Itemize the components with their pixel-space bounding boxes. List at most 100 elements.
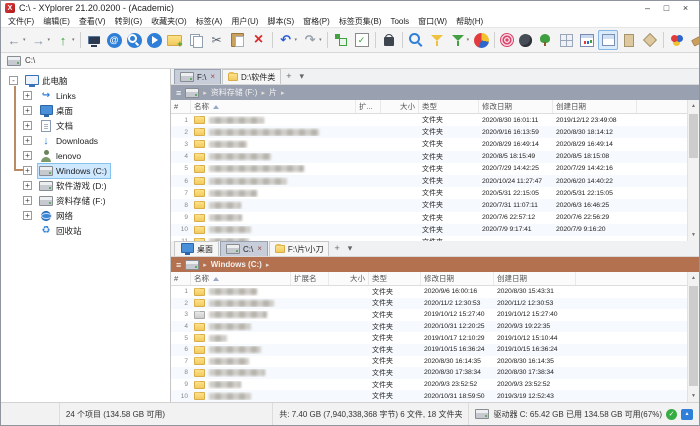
tree-expander-icon[interactable]: +	[23, 196, 32, 205]
tree-item-inner[interactable]: 软件游戏 (D:)	[37, 178, 111, 194]
file-row[interactable]: 9 文件夹 2020/9/3 23:52:52 2020/9/3 23:52:52	[171, 379, 687, 391]
tag-button[interactable]	[640, 30, 660, 50]
tree-item[interactable]: + 桌面	[1, 103, 170, 118]
folder-size-button[interactable]	[472, 30, 491, 50]
tree-item[interactable]: + 文档	[1, 118, 170, 133]
tree-expander-icon[interactable]: +	[23, 181, 32, 190]
tree-item[interactable]: + Links	[1, 88, 170, 103]
new-folder-button[interactable]	[165, 30, 185, 50]
visual-filter-button[interactable]: ▾	[448, 30, 472, 50]
maximize-button[interactable]: □	[657, 2, 676, 15]
paper-folder-button[interactable]	[379, 30, 399, 50]
tab-close-icon[interactable]: ×	[257, 245, 262, 253]
menu-item[interactable]: 查看(V)	[77, 16, 108, 27]
address-bar-button[interactable]	[105, 30, 124, 50]
undo-button[interactable]: ▾	[276, 30, 300, 50]
cut-button[interactable]	[207, 30, 227, 50]
hamburger-icon[interactable]: ≡	[176, 260, 181, 270]
checkbox-select-button[interactable]	[352, 30, 372, 50]
back-button[interactable]: ▾	[4, 30, 28, 50]
column-header[interactable]: 名称	[191, 272, 291, 285]
redo-button[interactable]: ▾	[300, 30, 324, 50]
tree-item-inner[interactable]: 网络	[37, 208, 77, 224]
thumbnails-button[interactable]	[556, 30, 576, 50]
scroll-up-icon[interactable]: ▲	[688, 100, 699, 112]
tab-close-icon[interactable]: ×	[210, 73, 215, 81]
menu-item[interactable]: 窗格(P)	[301, 16, 332, 27]
file-row[interactable]: 8 文件夹 2020/7/31 11:07:11 2020/6/3 16:46:25	[171, 199, 687, 212]
live-filter-button[interactable]	[406, 30, 426, 50]
file-row[interactable]: 1 文件夹 2020/8/30 16:01:11 2019/12/12 23:49:0…	[171, 114, 687, 126]
tree-expander-icon[interactable]: -	[9, 76, 18, 85]
horizontal-panes-button[interactable]	[598, 30, 619, 50]
tab-list-icon[interactable]: ▾	[344, 241, 357, 256]
breadcrumb-segment[interactable]: 资料存储 (F:)	[211, 87, 258, 98]
filter-button[interactable]	[427, 30, 447, 50]
tree-expander-icon[interactable]: +	[23, 211, 32, 220]
dark-mode-button[interactable]	[517, 30, 534, 50]
column-header[interactable]: #	[171, 100, 191, 113]
find-files-button[interactable]	[125, 30, 144, 50]
file-row[interactable]: 4 文件夹 2020/8/5 18:15:49 2020/8/5 18:15:08	[171, 150, 687, 163]
tree-item-inner[interactable]: lenovo	[37, 148, 85, 164]
address-bar[interactable]: C:\	[1, 53, 699, 69]
tree-item-inner[interactable]: 桌面	[37, 103, 77, 119]
menu-item[interactable]: 收藏夹(O)	[149, 16, 189, 27]
column-header[interactable]: 创建日期	[494, 272, 576, 285]
file-row[interactable]: 5 文件夹 2019/10/17 12:10:29 2019/10/12 15:10:…	[171, 332, 687, 344]
column-header[interactable]: 大小	[381, 100, 419, 113]
queue-panel-icon[interactable]: ▲	[681, 408, 693, 420]
file-row[interactable]: 2 文件夹 2020/11/2 12:30:53 2020/11/2 12:30:53	[171, 297, 687, 310]
column-header[interactable]: 修改日期	[421, 272, 494, 285]
column-header[interactable]: 创建日期	[553, 100, 637, 113]
file-row[interactable]: 3 文件夹 2020/8/29 16:49:14 2020/8/29 16:49:14	[171, 138, 687, 150]
breadcrumb-segment[interactable]: Windows (C:)	[211, 260, 262, 269]
tree-item[interactable]: + 资料存储 (F:)	[1, 193, 170, 208]
menu-item[interactable]: 帮助(H)	[454, 16, 485, 27]
highlight-button[interactable]: ▾	[688, 30, 699, 50]
file-row[interactable]: 7 文件夹 2020/5/31 22:15:05 2020/5/31 22:15:05	[171, 187, 687, 199]
tree-expander-icon[interactable]: +	[23, 151, 32, 160]
tab-list-icon[interactable]: ▾	[296, 69, 309, 84]
green-check-icon[interactable]: ✓	[666, 408, 677, 420]
file-row[interactable]: 7 文件夹 2020/8/30 16:14:35 2020/8/30 16:14:35	[171, 356, 687, 368]
tree-expander-icon[interactable]: +	[23, 91, 32, 100]
details-view-button[interactable]	[577, 30, 597, 50]
tree-expander-icon[interactable]: +	[23, 106, 32, 115]
hamburger-icon[interactable]: ≡	[176, 88, 181, 98]
menu-item[interactable]: 用户(U)	[229, 16, 260, 27]
close-button[interactable]: ×	[676, 2, 695, 15]
top-scrollbar[interactable]: ▲ ▼	[687, 100, 699, 241]
file-row[interactable]: 10 文件夹 2020/10/31 18:59:50 2019/3/19 12:52:…	[171, 390, 687, 402]
scrollbar-thumb[interactable]	[689, 114, 698, 158]
scroll-up-icon[interactable]: ▲	[688, 272, 699, 284]
tree-item-inner[interactable]: 文档	[37, 118, 77, 134]
forward-button[interactable]: ▾	[29, 30, 53, 50]
scroll-down-icon[interactable]: ▼	[688, 229, 699, 241]
show-desktop-button[interactable]	[84, 30, 104, 50]
tree-item[interactable]: + Windows (C:)	[1, 162, 170, 179]
preview-pane-button[interactable]	[619, 30, 639, 50]
mini-tree-button[interactable]	[331, 30, 351, 50]
new-tab-button[interactable]: +	[330, 241, 343, 256]
column-header[interactable]: 类型	[369, 272, 421, 285]
tab[interactable]: F:\ ×	[174, 69, 222, 84]
tree-item-inner[interactable]: 此电脑	[23, 73, 72, 89]
column-header[interactable]: 类型	[419, 100, 479, 113]
tree-item[interactable]: - 此电脑	[1, 73, 170, 88]
file-row[interactable]: 6 文件夹 2020/10/24 11:27:47 2020/6/20 14:40:2…	[171, 174, 687, 188]
tree-item[interactable]: + 网络	[1, 208, 170, 223]
menu-item[interactable]: 标签页集(B)	[337, 16, 384, 27]
menu-item[interactable]: 转到(G)	[113, 16, 145, 27]
tree-item-inner[interactable]: 回收站	[37, 223, 86, 239]
menu-item[interactable]: 文件(F)	[6, 16, 36, 27]
column-header[interactable]: 大小	[329, 272, 369, 285]
column-header[interactable]: #	[171, 272, 191, 285]
file-row[interactable]: 1 文件夹 2020/9/6 16:00:16 2020/8/30 15:43:31	[171, 286, 687, 298]
tab[interactable]: C:\ ×	[220, 241, 268, 256]
file-row[interactable]: 10 文件夹 2020/7/9 9:17:41 2020/7/9 9:16:20	[171, 223, 687, 236]
tree-item-inner[interactable]: Windows (C:)	[37, 162, 112, 179]
up-button[interactable]: ▾	[53, 30, 77, 50]
tree-item-inner[interactable]: Downloads	[37, 133, 102, 149]
menu-item[interactable]: Tools	[388, 17, 411, 26]
